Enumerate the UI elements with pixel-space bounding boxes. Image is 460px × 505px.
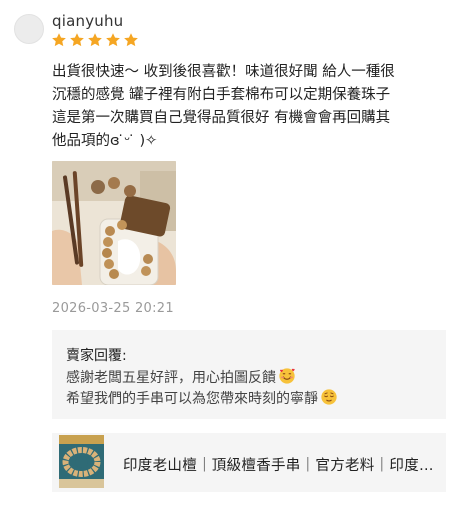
product-card[interactable]: 印度老山檀｜頂級檀香手串｜官方老料｜印度老山檀香 [52,433,446,492]
product-thumbnail-image [59,435,104,488]
avatar[interactable] [14,14,44,44]
star-icon [88,33,102,47]
review-photo-image [52,161,176,285]
star-icon [52,33,66,47]
review-timestamp: 2026-03-25 20:21 [52,301,174,316]
seller-reply-title: 賣家回覆: [66,348,127,364]
smiling-face-with-hearts-icon [279,368,295,384]
product-name[interactable]: 印度老山檀｜頂級檀香手串｜官方老料｜印度老山檀香 [123,454,437,475]
relieved-face-icon [321,389,337,405]
seller-reply-line-1: 感謝老闆五星好評，用心拍圖反饋 [66,367,296,387]
seller-reply-line-2: 希望我們的手串可以為您帶來時刻的寧靜 [66,388,338,408]
review-item: qianyuhu 出貨很快速～ 收到後很喜歡！味道很好聞 給人一種很 沉穩的感覺… [0,0,460,505]
reviewer-username[interactable]: qianyuhu [52,12,123,30]
star-icon [106,33,120,47]
product-thumbnail[interactable] [59,435,104,488]
seller-reply-text-2: 希望我們的手串可以為您帶來時刻的寧靜 [66,391,318,407]
review-photo[interactable] [52,161,176,285]
seller-reply-text-1: 感謝老闆五星好評，用心拍圖反饋 [66,370,276,386]
star-icon [124,33,138,47]
review-text: 出貨很快速～ 收到後很喜歡！味道很好聞 給人一種很 沉穩的感覺 罐子裡有附白手套… [52,64,395,149]
seller-reply: 賣家回覆: 感謝老闆五星好評，用心拍圖反饋 希望我們的手串可以為您帶來時刻的寧靜 [52,330,446,419]
star-icon [70,33,84,47]
star-rating [51,32,139,48]
